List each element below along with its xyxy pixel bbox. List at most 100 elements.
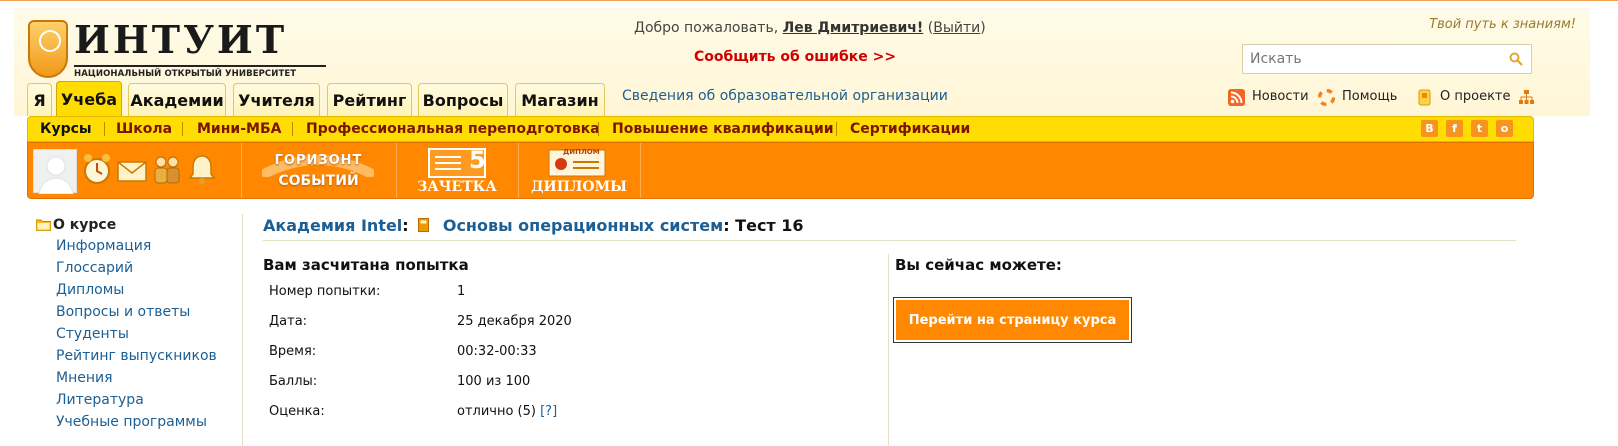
breadcrumb: Академия Intel: Основы операционных сист… xyxy=(263,216,804,235)
intuit-logo[interactable]: ИНТУИТ НАЦИОНАЛЬНЫЙ ОТКРЫТЫЙ УНИВЕРСИТЕТ xyxy=(28,17,326,90)
tab-teachers[interactable]: Учителя xyxy=(233,83,320,116)
facebook-icon[interactable]: f xyxy=(1446,120,1463,137)
score-label: Баллы: xyxy=(269,374,318,389)
sidebar-item-qa[interactable]: Вопросы и ответы xyxy=(36,301,242,323)
breadcrumb-test: Тест 16 xyxy=(735,216,804,235)
book-icon xyxy=(418,218,430,232)
table-row: Номер попытки: 1 xyxy=(263,279,873,309)
help-link[interactable]: Помощь xyxy=(1318,88,1398,108)
breadcrumb-academy[interactable]: Академия Intel xyxy=(263,216,402,235)
sidebar-item-diplomas[interactable]: Дипломы xyxy=(36,279,242,301)
project-icon xyxy=(1418,89,1431,106)
subnav-courses[interactable]: Курсы xyxy=(40,117,92,141)
user-name-link[interactable]: Лев Дмитриевич! xyxy=(783,20,924,36)
subnav-separator xyxy=(598,122,599,136)
gradebook-grade: 5 xyxy=(469,146,486,174)
diploma-tag: ДИПЛОМ xyxy=(563,148,600,156)
vk-icon[interactable]: В xyxy=(1421,120,1438,137)
tab-me[interactable]: Я xyxy=(27,83,52,116)
go-to-course-button[interactable]: Перейти на страницу курса xyxy=(893,297,1132,343)
sub-navigation: Курсы Школа Мини-МБА Профессиональная пе… xyxy=(27,116,1534,142)
subnav-separator xyxy=(182,122,183,136)
news-label: Новости xyxy=(1252,89,1309,104)
welcome-prefix: Добро пожаловать, xyxy=(634,20,779,36)
org-info-link[interactable]: Сведения об образовательной организации xyxy=(622,88,948,104)
grade-value-wrap: отлично (5) [?] xyxy=(457,399,557,425)
course-sidebar: О курсе Информация Глоссарий Дипломы Воп… xyxy=(36,215,242,433)
table-row: Баллы: 100 из 100 xyxy=(263,369,873,399)
table-row: Время: 00:32-00:33 xyxy=(263,339,873,369)
logout-link[interactable]: Выйти xyxy=(933,20,980,36)
sidebar-item-opinions[interactable]: Мнения xyxy=(36,367,242,389)
column-divider xyxy=(888,254,889,446)
attempt-info-table: Номер попытки: 1 Дата: 25 декабря 2020 В… xyxy=(263,279,873,429)
grade-help-link[interactable]: [?] xyxy=(540,404,557,419)
friends-icon[interactable] xyxy=(151,152,183,186)
subnav-separator xyxy=(836,122,837,136)
subnav-separator xyxy=(104,122,105,136)
sidebar-section-title[interactable]: О курсе xyxy=(36,215,242,235)
sidebar-item-graduates-rating[interactable]: Рейтинг выпускников xyxy=(36,345,242,367)
sidebar-item-students[interactable]: Студенты xyxy=(36,323,242,345)
site-header: ИНТУИТ НАЦИОНАЛЬНЫЙ ОТКРЫТЫЙ УНИВЕРСИТЕТ… xyxy=(14,8,1590,116)
diplomas-label: ДИПЛОМЫ xyxy=(531,179,627,195)
breadcrumb-course[interactable]: Основы операционных систем xyxy=(443,216,723,235)
subnav-school[interactable]: Школа xyxy=(116,117,172,141)
lifebuoy-icon xyxy=(1318,89,1335,106)
odnoklassniki-icon[interactable]: о xyxy=(1496,120,1513,137)
tab-rating[interactable]: Рейтинг xyxy=(327,83,412,116)
grade-label: Оценка: xyxy=(269,404,325,419)
bell-icon[interactable] xyxy=(186,152,218,186)
sidebar-divider xyxy=(242,214,243,446)
gradebook-label: ЗАЧЕТКА xyxy=(417,179,497,195)
time-value: 00:32-00:33 xyxy=(457,344,537,359)
search-input[interactable] xyxy=(1243,45,1498,73)
tab-academies[interactable]: Академии xyxy=(128,83,226,116)
quick-access-bar: ГОРИЗОНТ СОБЫТИЙ 5 ЗАЧЕТКА ДИПЛОМ ДИПЛОМ… xyxy=(27,142,1534,199)
sidebar-item-literature[interactable]: Литература xyxy=(36,389,242,411)
gradebook-button[interactable]: 5 ЗАЧЕТКА xyxy=(397,143,517,198)
tab-study[interactable]: Учеба xyxy=(56,81,122,116)
sidebar-item-glossary[interactable]: Глоссарий xyxy=(36,257,242,279)
subnav-qualification[interactable]: Повышение квалификации xyxy=(612,117,834,141)
alarm-clock-icon[interactable] xyxy=(81,152,113,186)
report-error-link[interactable]: Сообщить об ошибке >> xyxy=(694,49,896,65)
subnav-certifications[interactable]: Сертификации xyxy=(850,117,970,141)
subnav-mini-mba[interactable]: Мини-МБА xyxy=(197,117,281,141)
logo-emblem-icon xyxy=(28,20,68,78)
breadcrumb-rule xyxy=(263,240,1516,241)
events-horizon-button[interactable]: ГОРИЗОНТ СОБЫТИЙ xyxy=(242,143,395,198)
sitemap-link[interactable] xyxy=(1518,88,1536,108)
search-icon[interactable] xyxy=(1509,52,1523,66)
welcome-text: Добро пожаловать, Лев Дмитриевич! (Выйти… xyxy=(634,20,986,36)
date-label: Дата: xyxy=(269,314,308,329)
sitemap-icon xyxy=(1519,90,1534,104)
time-label: Время: xyxy=(269,344,317,359)
subnav-retraining[interactable]: Профессиональная переподготовка xyxy=(306,117,600,141)
subnav-separator xyxy=(292,122,293,136)
about-link[interactable]: О проекте xyxy=(1416,88,1511,108)
sidebar-title-label: О курсе xyxy=(53,217,117,233)
search-box xyxy=(1242,44,1532,74)
horizon-line2: СОБЫТИЙ xyxy=(278,173,359,189)
diplomas-button[interactable]: ДИПЛОМ ДИПЛОМЫ xyxy=(519,143,639,198)
bar-divider xyxy=(640,143,641,198)
logo-subtitle: НАЦИОНАЛЬНЫЙ ОТКРЫТЫЙ УНИВЕРСИТЕТ xyxy=(74,65,326,79)
sidebar-item-programs[interactable]: Учебные программы xyxy=(36,411,242,433)
avatar[interactable] xyxy=(33,149,77,195)
sidebar-item-information[interactable]: Информация xyxy=(36,235,242,257)
attempt-number-value: 1 xyxy=(457,284,466,299)
tab-questions[interactable]: Вопросы xyxy=(418,83,508,116)
tab-shop[interactable]: Магазин xyxy=(515,83,605,116)
horizon-line1: ГОРИЗОНТ xyxy=(274,153,363,168)
table-row: Оценка: отлично (5) [?] xyxy=(263,399,873,429)
twitter-icon[interactable]: t xyxy=(1471,120,1488,137)
about-label: О проекте xyxy=(1440,89,1511,104)
avatar-placeholder-icon xyxy=(38,156,74,195)
actions-title: Вы сейчас можете: xyxy=(895,256,1062,274)
mail-icon[interactable] xyxy=(116,152,148,186)
score-value: 100 из 100 xyxy=(457,374,531,389)
result-title: Вам засчитана попытка xyxy=(263,256,469,274)
news-link[interactable]: Новости xyxy=(1228,88,1309,108)
logo-title: ИНТУИТ xyxy=(74,17,288,62)
